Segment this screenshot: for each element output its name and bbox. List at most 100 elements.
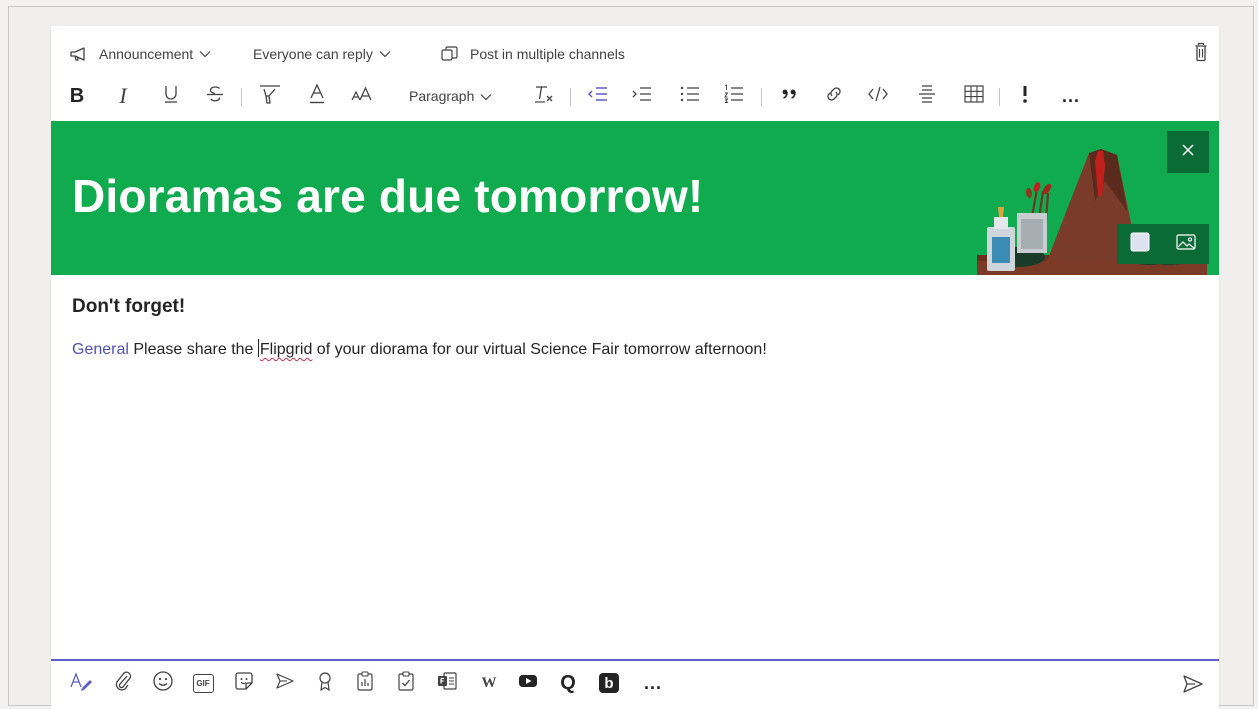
quote-icon — [780, 86, 800, 107]
forms-button[interactable] — [435, 671, 459, 695]
praise-button[interactable] — [313, 671, 337, 695]
post-type-dropdown[interactable]: Announcement — [69, 42, 211, 66]
schedule-meeting-button[interactable] — [273, 671, 297, 695]
table-icon — [963, 84, 985, 109]
chevron-down-icon — [480, 88, 492, 104]
quizlet-button[interactable]: Q — [556, 671, 580, 695]
image-icon — [1175, 233, 1196, 250]
increase-indent-button[interactable] — [629, 82, 655, 110]
toolbar-separator — [999, 88, 1000, 106]
font-size-icon — [350, 85, 374, 108]
numbered-list-button[interactable] — [721, 82, 747, 110]
smiley-icon — [152, 670, 174, 697]
more-options-icon: ... — [1061, 85, 1080, 106]
font-color-icon — [308, 82, 326, 110]
channel-mention[interactable]: General — [72, 341, 129, 358]
strikethrough-button[interactable] — [203, 82, 227, 110]
highlighter-icon — [258, 83, 282, 110]
compose-options-row: Announcement Everyone can reply Post in … — [51, 42, 1219, 66]
remove-banner-button[interactable] — [1167, 131, 1209, 173]
message-body[interactable]: General Please share the Flipgrid of you… — [72, 339, 767, 359]
paperclip-icon — [113, 670, 133, 697]
strikethrough-icon — [205, 84, 225, 109]
forms-icon — [436, 670, 458, 697]
post-multiple-channels-button[interactable]: Post in multiple channels — [440, 42, 625, 66]
more-formatting-button[interactable]: ... — [1057, 82, 1085, 110]
text-caret — [257, 339, 259, 357]
misspelled-word[interactable]: Flipgrid — [260, 341, 312, 358]
toolbar-separator — [570, 88, 571, 106]
wikipedia-icon: W — [481, 674, 497, 691]
bold-button[interactable]: B — [65, 82, 89, 110]
font-size-button[interactable] — [349, 82, 375, 110]
bold-label: B — [69, 84, 85, 107]
insert-link-button[interactable] — [821, 82, 847, 110]
link-icon — [823, 85, 845, 108]
indent-icon — [631, 85, 653, 108]
sticker-icon — [233, 670, 255, 697]
bulleted-list-icon — [679, 85, 701, 108]
format-toolbar: B I Paragraph ... — [51, 82, 1219, 110]
mark-important-button[interactable] — [1013, 82, 1037, 110]
banner-color-button[interactable] — [1130, 232, 1150, 257]
message-text-part: Please share the — [128, 341, 258, 358]
megaphone-icon — [69, 45, 91, 63]
code-snippet-button[interactable] — [865, 82, 891, 110]
insert-table-button[interactable] — [961, 82, 987, 110]
reply-settings-label: Everyone can reply — [253, 46, 373, 62]
toolbar-separator — [761, 88, 762, 106]
compose-box: Announcement Everyone can reply Post in … — [51, 26, 1219, 709]
decrease-indent-button[interactable] — [585, 82, 611, 110]
paragraph-style-dropdown[interactable]: Paragraph — [409, 82, 507, 110]
chevron-down-icon — [379, 50, 391, 58]
reply-settings-dropdown[interactable]: Everyone can reply — [253, 42, 391, 66]
code-icon — [867, 85, 889, 108]
horizontal-rule-icon — [917, 83, 937, 110]
italic-button[interactable]: I — [111, 82, 135, 110]
badge-icon — [316, 670, 334, 697]
clipboard-check-icon — [396, 670, 416, 697]
send-icon — [1181, 675, 1205, 699]
banner-image-button[interactable] — [1175, 232, 1197, 257]
bulleted-list-button[interactable] — [677, 82, 703, 110]
highlight-button[interactable] — [257, 82, 283, 110]
clear-formatting-icon — [532, 83, 556, 110]
font-color-button[interactable] — [305, 82, 329, 110]
announcement-banner: Dioramas are due tomorrow! — [51, 121, 1219, 275]
toolbar-separator — [241, 88, 242, 106]
underline-icon — [162, 84, 180, 109]
approvals-button[interactable] — [394, 670, 418, 697]
exclamation-icon — [1020, 84, 1030, 109]
attach-file-button[interactable] — [111, 671, 135, 695]
paragraph-style-label: Paragraph — [409, 88, 475, 104]
post-type-label: Announcement — [99, 46, 194, 62]
message-subject[interactable]: Don't forget! — [72, 296, 185, 318]
polls-button[interactable] — [353, 670, 377, 695]
italic-label: I — [119, 83, 127, 108]
youtube-button[interactable] — [516, 671, 540, 695]
b-app-button[interactable]: b — [597, 671, 621, 695]
more-options-icon: ... — [643, 672, 662, 693]
announcement-headline[interactable]: Dioramas are due tomorrow! — [72, 169, 703, 223]
gif-button[interactable]: GIF — [191, 671, 215, 695]
quizlet-icon: Q — [560, 671, 576, 694]
underline-button[interactable] — [159, 82, 183, 110]
numbered-list-icon — [723, 83, 745, 109]
discard-button[interactable] — [1189, 40, 1213, 64]
youtube-icon — [518, 673, 538, 694]
gif-icon: GIF — [192, 673, 214, 693]
format-toggle-button[interactable] — [69, 671, 93, 695]
b-app-icon: b — [599, 673, 619, 693]
copy-channels-icon — [440, 45, 460, 63]
sticker-button[interactable] — [232, 671, 256, 695]
message-text-part: of your diorama for our virtual Science … — [312, 341, 767, 358]
quote-button[interactable] — [777, 82, 803, 110]
emoji-button[interactable] — [151, 670, 175, 697]
wikipedia-button[interactable]: W — [477, 671, 501, 695]
send-button[interactable] — [1181, 673, 1205, 700]
forward-arrow-icon — [274, 671, 296, 696]
horizontal-rule-button[interactable] — [915, 82, 939, 110]
format-pen-icon — [69, 670, 93, 697]
more-apps-button[interactable]: ... — [641, 671, 665, 695]
clear-formatting-button[interactable] — [531, 82, 557, 110]
